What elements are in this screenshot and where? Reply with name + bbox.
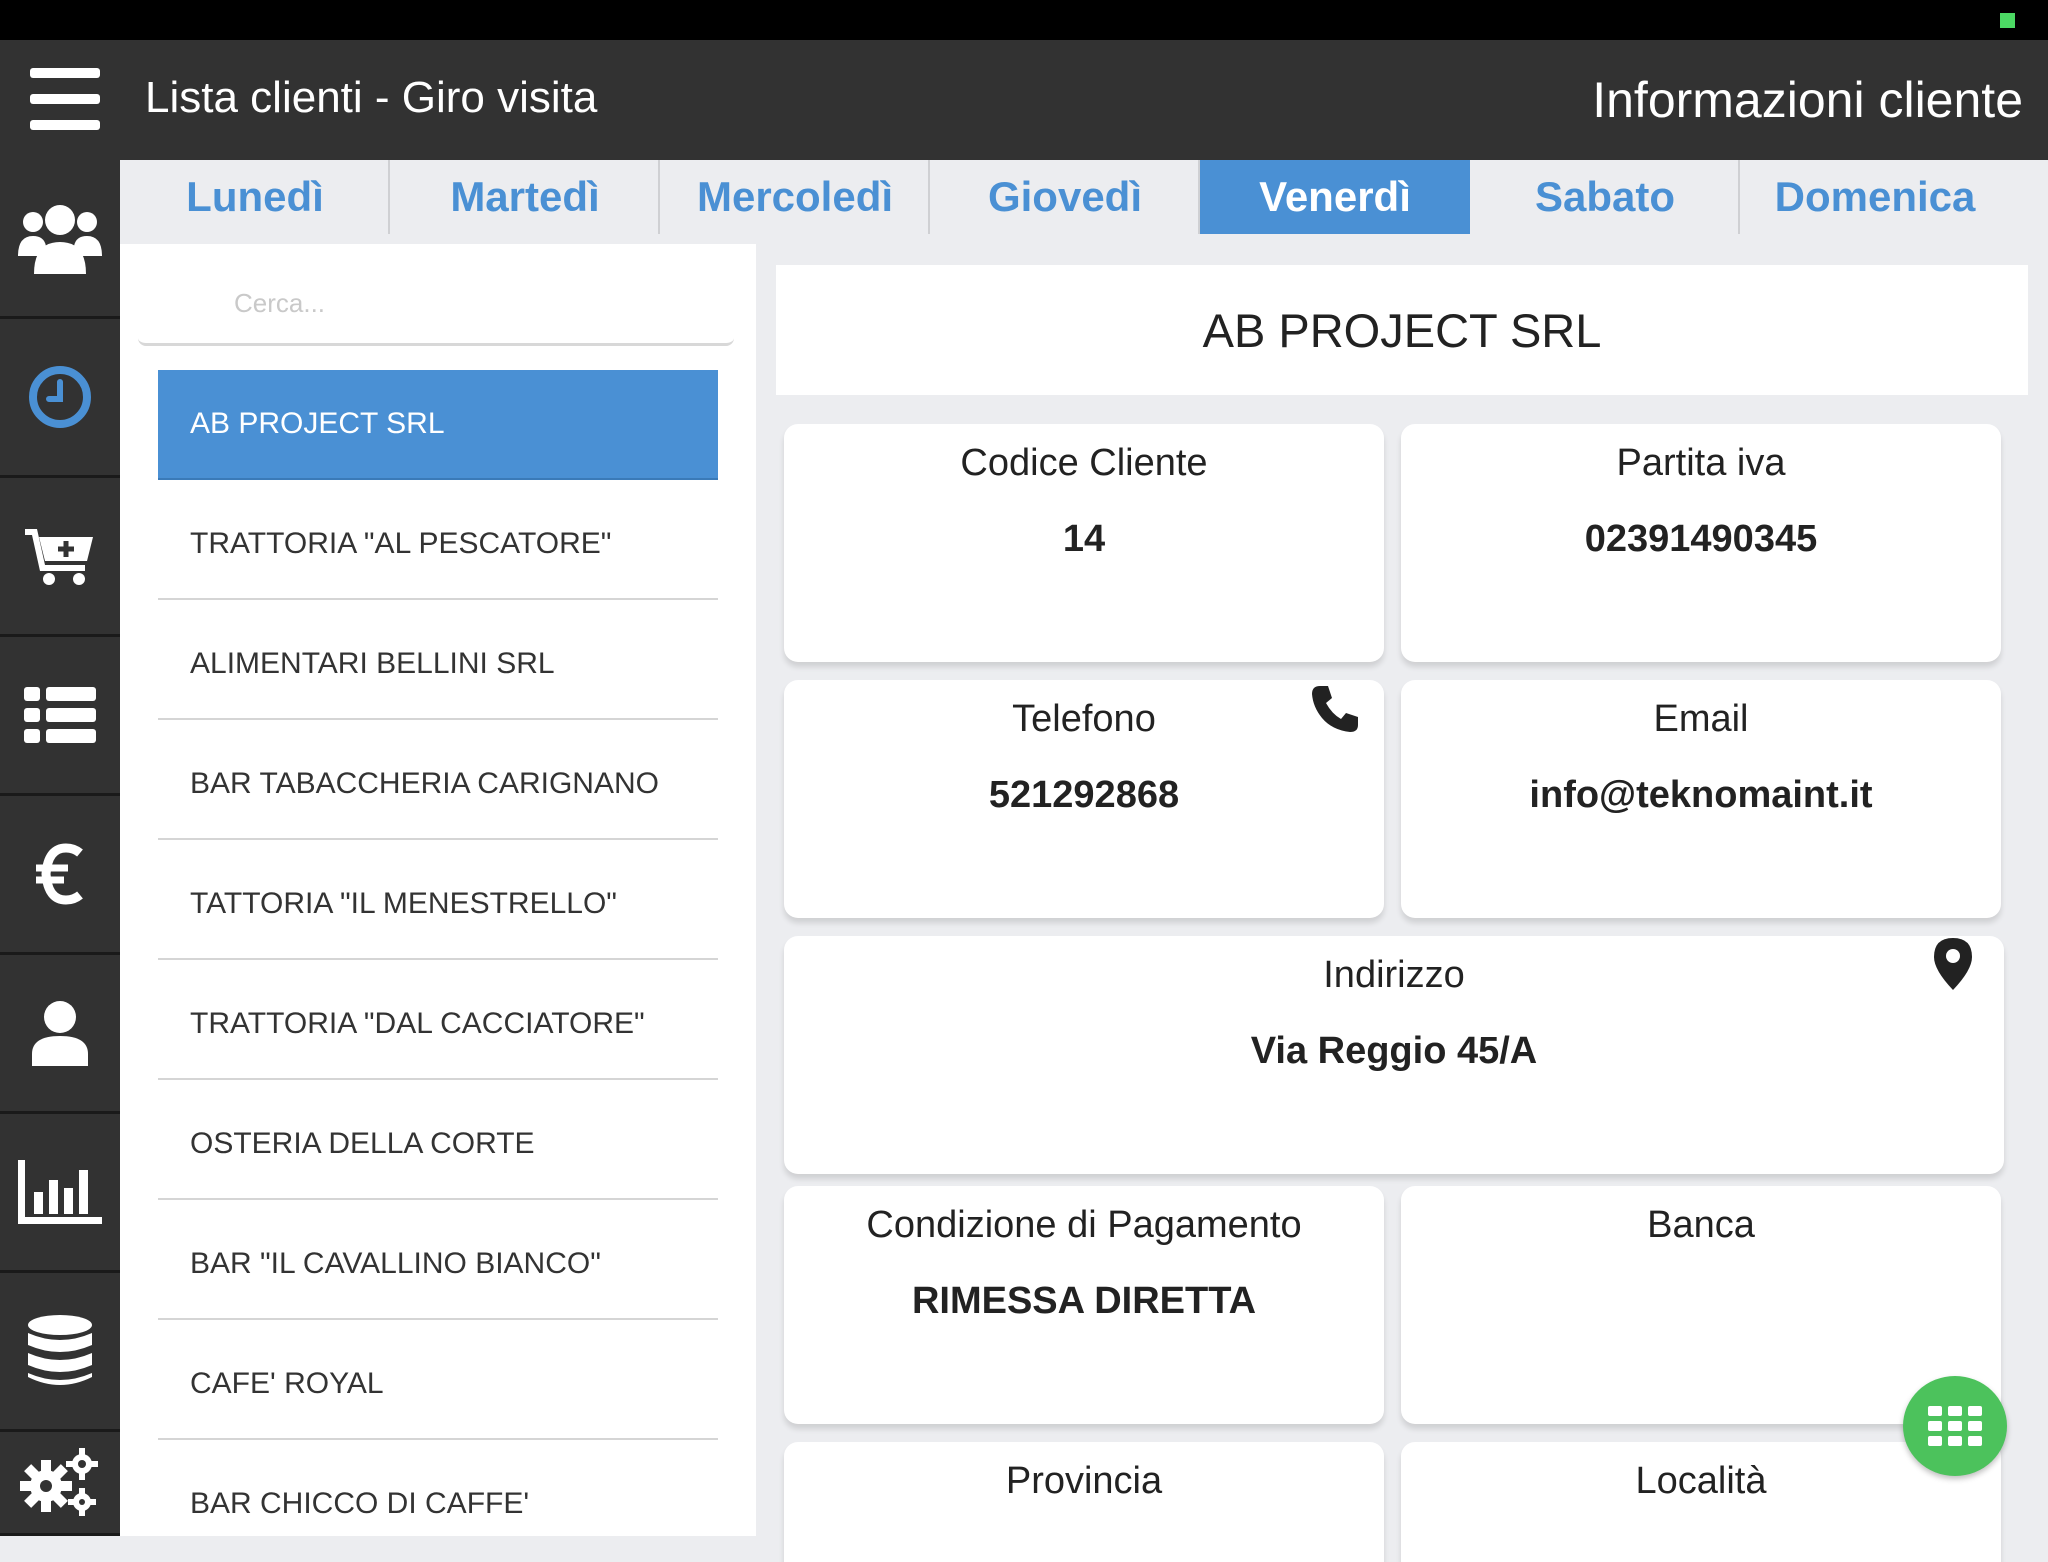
sidebar — [0, 160, 120, 1536]
codice-cliente-card: Codice Cliente 14 — [784, 424, 1384, 662]
weekday-tabs: Lunedì Martedì Mercoledì Giovedì Venerdì… — [120, 160, 2048, 234]
sidebar-item-giro-visita[interactable] — [0, 319, 120, 478]
client-name-header: AB PROJECT SRL — [776, 265, 2028, 395]
tab-mercoledi[interactable]: Mercoledì — [660, 160, 930, 234]
grid-icon — [1928, 1406, 1982, 1446]
card-label: Località — [1635, 1460, 1767, 1502]
client-list-item[interactable]: CAFE' ROYAL — [158, 1330, 718, 1440]
card-label: Email — [1653, 698, 1749, 740]
card-value: RIMESSA DIRETTA — [911, 1280, 1257, 1322]
search-input[interactable] — [138, 264, 734, 346]
sidebar-item-profile[interactable] — [0, 955, 120, 1114]
list-icon — [24, 687, 96, 743]
provincia-card: Provincia — [784, 1442, 1384, 1562]
telefono-card[interactable]: Telefono 521292868 — [784, 680, 1384, 918]
card-label: Indirizzo — [1323, 954, 1465, 996]
app-header: Lista clienti - Giro visita Informazioni… — [0, 40, 2048, 160]
tab-lunedi[interactable]: Lunedì — [120, 160, 390, 234]
sidebar-item-list[interactable] — [0, 637, 120, 796]
card-label: Provincia — [1005, 1460, 1163, 1502]
localita-card: Località — [1401, 1442, 2001, 1562]
detail-title: Informazioni cliente — [1592, 72, 2023, 128]
status-bar — [0, 0, 2048, 40]
partita-iva-card: Partita iva 02391490345 — [1401, 424, 2001, 662]
card-label: Condizione di Pagamento — [866, 1204, 1302, 1246]
tab-martedi[interactable]: Martedì — [390, 160, 660, 234]
user-icon — [32, 1001, 88, 1066]
client-list-item[interactable]: OSTERIA DELLA CORTE — [158, 1090, 718, 1200]
card-label: Partita iva — [1616, 442, 1786, 484]
card-label: Codice Cliente — [960, 442, 1208, 484]
email-card[interactable]: Email info@teknomaint.it — [1401, 680, 2001, 918]
database-icon — [28, 1315, 92, 1385]
card-value: 02391490345 — [1584, 518, 1818, 560]
client-list-item[interactable]: AB PROJECT SRL — [158, 370, 718, 480]
card-label: Banca — [1647, 1204, 1755, 1246]
card-value: 521292868 — [988, 774, 1180, 816]
bar-chart-icon — [18, 1160, 102, 1224]
tab-giovedi[interactable]: Giovedì — [930, 160, 1200, 234]
hamburger-icon[interactable] — [30, 68, 102, 130]
client-list-panel: AB PROJECT SRL TRATTORIA "AL PESCATORE" … — [120, 244, 756, 1536]
tab-domenica[interactable]: Domenica — [1740, 160, 2010, 234]
grid-menu-button[interactable] — [1903, 1376, 2007, 1476]
client-list-item[interactable]: BAR "IL CAVALLINO BIANCO" — [158, 1210, 718, 1320]
pagamento-card: Condizione di Pagamento RIMESSA DIRETTA — [784, 1186, 1384, 1424]
battery-indicator — [2000, 13, 2015, 28]
card-label: Telefono — [1012, 698, 1156, 740]
client-list-item[interactable]: BAR CHICCO DI CAFFE' — [158, 1450, 718, 1536]
users-icon — [18, 205, 102, 274]
tab-sabato[interactable]: Sabato — [1470, 160, 1740, 234]
page-title: Lista clienti - Giro visita — [145, 73, 598, 122]
clock-icon — [29, 366, 91, 428]
card-value: 14 — [1062, 518, 1106, 560]
banca-card: Banca — [1401, 1186, 2001, 1424]
indirizzo-card[interactable]: Indirizzo Via Reggio 45/A — [784, 936, 2004, 1174]
sidebar-item-database[interactable] — [0, 1273, 120, 1432]
map-pin-icon[interactable] — [1934, 938, 1972, 990]
client-list-item[interactable]: TATTORIA "IL MENESTRELLO" — [158, 850, 718, 960]
cart-add-icon — [25, 529, 93, 585]
tab-venerdi[interactable]: Venerdì — [1200, 160, 1470, 234]
sidebar-item-clients[interactable] — [0, 160, 120, 319]
card-value: info@teknomaint.it — [1529, 774, 1873, 816]
gears-icon — [20, 1448, 98, 1516]
card-value: Via Reggio 45/A — [1250, 1030, 1538, 1072]
client-list-item[interactable]: ALIMENTARI BELLINI SRL — [158, 610, 718, 720]
client-list-item[interactable]: BAR TABACCHERIA CARIGNANO — [158, 730, 718, 840]
euro-icon — [36, 843, 83, 905]
sidebar-item-payments[interactable] — [0, 796, 120, 955]
phone-icon[interactable] — [1310, 684, 1360, 734]
client-list-item[interactable]: TRATTORIA "AL PESCATORE" — [158, 490, 718, 600]
sidebar-item-statistics[interactable] — [0, 1114, 120, 1273]
sidebar-item-settings[interactable] — [0, 1432, 120, 1536]
client-list-item[interactable]: TRATTORIA "DAL CACCIATORE" — [158, 970, 718, 1080]
sidebar-item-new-order[interactable] — [0, 478, 120, 637]
